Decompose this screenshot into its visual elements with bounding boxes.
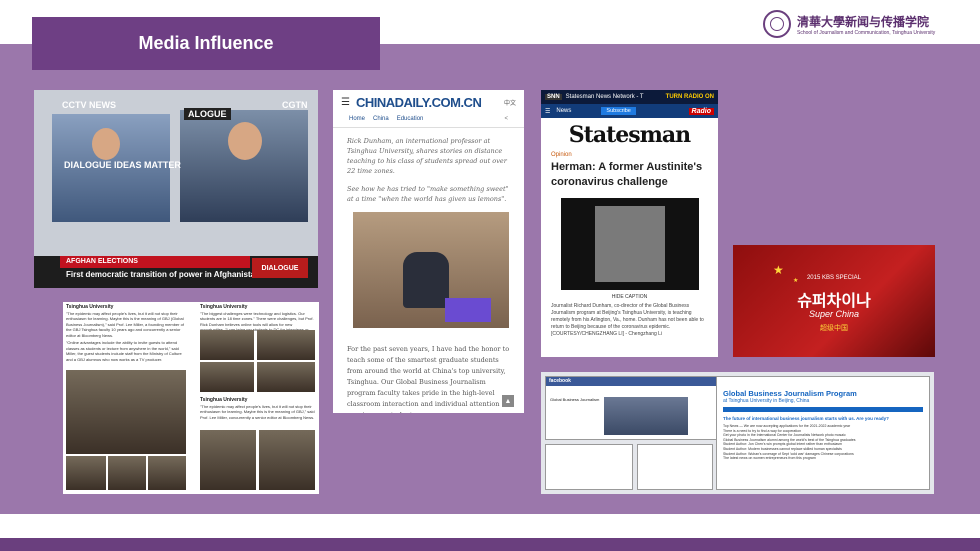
statesman-article: SNN Statesman News Network - T TURN RADI… xyxy=(541,90,718,357)
facebook-website-collage: facebook Global Business Journalism Glob… xyxy=(541,372,934,494)
nav-home[interactable]: Home xyxy=(349,116,365,125)
tweet-photo[interactable] xyxy=(66,370,186,454)
bottom-stripe xyxy=(0,538,980,551)
article-headline: Herman: A former Austinite's coronavirus… xyxy=(551,161,703,188)
tweet-left: Tsinghua University "The epidemic may af… xyxy=(63,302,191,494)
site-navbar[interactable] xyxy=(723,407,923,412)
statesman-masthead: Statesman xyxy=(568,122,691,148)
menu-icon[interactable]: ☰ xyxy=(545,108,550,115)
logo-name-en: School of Journalism and Communication, … xyxy=(797,29,936,36)
news-link[interactable]: News xyxy=(556,108,571,114)
show-title-right: ALOGUE xyxy=(184,108,231,120)
host-right-image xyxy=(180,110,308,222)
tweet-block: Tsinghua University "The epidemic may af… xyxy=(200,397,316,426)
list-item[interactable]: The latest news on women entrepreneurs f… xyxy=(723,456,923,461)
show-title-left: DIALOGUE IDEAS MATTER xyxy=(64,160,181,170)
subscribe-button[interactable]: Subscribe xyxy=(601,107,636,115)
korean-title: 슈퍼차이나 xyxy=(797,293,871,310)
article-photo xyxy=(353,212,509,328)
scroll-top-icon[interactable]: ▲ xyxy=(502,395,514,407)
university-logo: 清華大學新闻与传播学院 School of Journalism and Com… xyxy=(763,10,935,38)
tweet-photo[interactable] xyxy=(66,456,106,490)
language-link[interactable]: 中文 xyxy=(504,98,516,107)
photo-caption: Journalist Richard Dunham, co-director o… xyxy=(551,303,704,337)
tweet-photo[interactable] xyxy=(200,430,256,490)
tweet-text: "The biggest challenges were technology … xyxy=(200,310,314,331)
section-label[interactable]: Opinion xyxy=(541,152,718,158)
tweet-text-2: "Online advantages include the ability t… xyxy=(66,340,182,362)
ticker-title: AFGHAN ELECTIONS xyxy=(60,256,250,268)
nav-education[interactable]: Education xyxy=(397,116,424,125)
chinadaily-nav: Home China Education < xyxy=(333,114,524,128)
radio-badge[interactable]: Radio xyxy=(688,107,714,115)
tweet-photo[interactable] xyxy=(148,456,186,490)
snn-logo: SNN xyxy=(545,94,562,100)
facebook-cover-photo[interactable] xyxy=(604,397,688,435)
tweet-photo[interactable] xyxy=(259,430,315,490)
chinese-title: 超级中国 xyxy=(820,325,848,332)
facebook-thumb[interactable] xyxy=(545,444,633,490)
menu-icon[interactable]: ☰ xyxy=(341,97,350,108)
share-icon[interactable]: < xyxy=(504,116,508,125)
article-intro: Rick Dunham, an international professor … xyxy=(347,137,507,175)
cctv-screenshot: CCTV NEWS CGTN DIALOGUE IDEAS MATTER ALO… xyxy=(34,90,318,288)
super-china-banner: ★ ★ 2015 KBS SPECIAL 슈퍼차이나 Super China 超… xyxy=(733,245,935,357)
facebook-thumb[interactable] xyxy=(637,444,713,490)
tweet-photo[interactable] xyxy=(257,362,315,392)
slide-title-box: Media Influence xyxy=(32,17,380,70)
video-still[interactable] xyxy=(561,198,699,290)
site-title[interactable]: Global Business Journalism Program xyxy=(723,389,923,398)
logo-name-zh: 清華大學新闻与传播学院 xyxy=(797,14,930,29)
tweet-photo[interactable] xyxy=(108,456,146,490)
turn-radio-on[interactable]: TURN RADIO ON xyxy=(666,94,714,100)
news-ticker: AFGHAN ELECTIONS First democratic transi… xyxy=(34,256,318,288)
cgtn-logo: CGTN xyxy=(282,100,308,110)
tweet-photo[interactable] xyxy=(257,330,315,360)
chinadaily-brand[interactable]: CHINADAILY.COM.CN xyxy=(356,95,482,110)
ticker-tag: DIALOGUE xyxy=(252,258,308,278)
kbs-line: 2015 KBS SPECIAL xyxy=(806,275,862,281)
site-question: The future of international business jou… xyxy=(723,416,889,421)
tweet-text: "The epidemic may affect people's lives,… xyxy=(200,403,315,420)
seal-icon xyxy=(763,10,791,38)
site-news-list: Top News — We are now accepting applicat… xyxy=(723,424,923,461)
chinadaily-article: ☰ CHINADAILY.COM.CN 中文 Home China Educat… xyxy=(333,90,524,413)
twitter-collage: Tsinghua University "The epidemic may af… xyxy=(63,302,319,494)
tweet-text: "The epidemic may affect people's lives,… xyxy=(66,310,184,338)
tweet-right: Tsinghua University "The biggest challen… xyxy=(197,302,319,494)
nav-china[interactable]: China xyxy=(373,116,389,125)
facebook-page-title[interactable]: Global Business Journalism xyxy=(550,397,600,402)
article-intro-quote: See how he has tried to "make something … xyxy=(347,185,509,203)
facebook-bar[interactable]: facebook xyxy=(546,377,720,386)
ticker-subtitle: First democratic transition of power in … xyxy=(66,270,260,279)
network-title: Statesman News Network - T xyxy=(565,94,644,100)
gbj-website: Global Business Journalism Program at Ts… xyxy=(716,376,930,490)
hide-caption-link[interactable]: HIDE CAPTION xyxy=(541,294,718,300)
cctv-logo: CCTV NEWS xyxy=(62,100,116,110)
statesman-topbar: SNN Statesman News Network - T TURN RADI… xyxy=(541,90,718,104)
chinadaily-header: ☰ CHINADAILY.COM.CN 中文 xyxy=(333,90,524,114)
tweet-photo[interactable] xyxy=(200,330,254,360)
facebook-page: facebook Global Business Journalism xyxy=(545,376,721,440)
article-body: For the past seven years, I have had the… xyxy=(347,345,510,413)
statesman-navbar: ☰ News Subscribe Radio xyxy=(541,104,718,118)
slide-title: Media Influence xyxy=(138,33,274,53)
tweet-photo[interactable] xyxy=(200,362,254,392)
site-subtitle: at Tsinghua University in Beijing, China xyxy=(723,398,810,404)
english-title: Super China xyxy=(808,309,860,319)
